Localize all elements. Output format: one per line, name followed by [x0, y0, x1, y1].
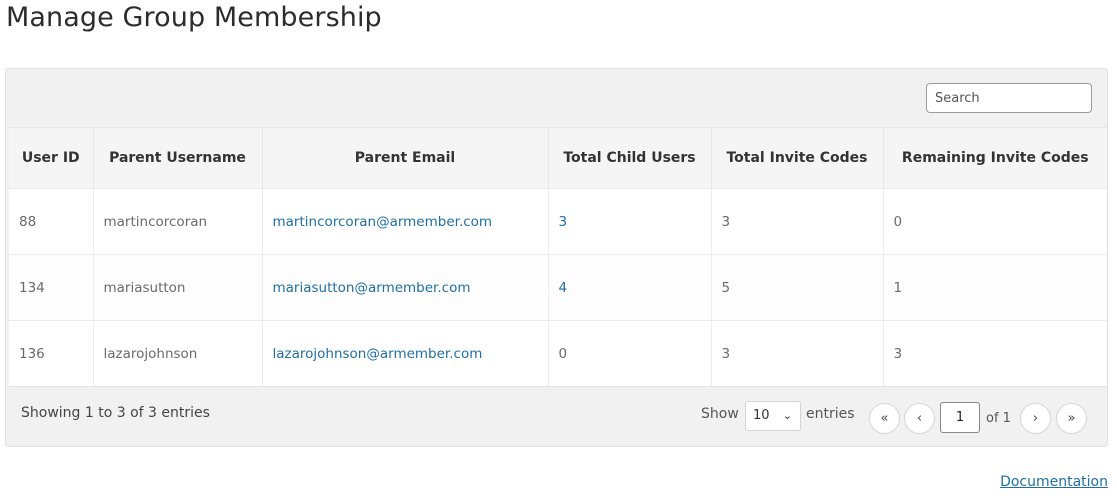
table-row: 136 lazarojohnson lazarojohnson@armember… — [9, 320, 1107, 387]
column-header-remaining-invite-codes[interactable]: Remaining Invite Codes — [883, 127, 1107, 189]
cell-remaining-invite-codes: 0 — [883, 188, 1107, 255]
email-link[interactable]: mariasutton@armember.com — [273, 280, 471, 296]
next-page-button[interactable]: › — [1020, 403, 1051, 434]
cell-total-child-users: 0 — [548, 320, 712, 387]
cell-parent-email: mariasutton@armember.com — [262, 254, 549, 321]
column-header-user-id[interactable]: User ID — [9, 127, 94, 189]
cell-user-id: 136 — [9, 320, 94, 387]
page-count: of 1 — [986, 411, 1011, 426]
child-users-link[interactable]: 4 — [559, 280, 568, 296]
search-input[interactable] — [926, 83, 1092, 113]
cell-total-child-users: 4 — [548, 254, 712, 321]
cell-total-child-users: 3 — [548, 188, 712, 255]
cell-total-invite-codes: 3 — [711, 320, 884, 387]
double-chevron-right-icon: » — [1067, 411, 1076, 426]
cell-user-id: 134 — [9, 254, 94, 321]
cell-remaining-invite-codes: 3 — [883, 320, 1107, 387]
cell-parent-username: lazarojohnson — [93, 320, 263, 387]
show-label: Show — [701, 406, 739, 422]
chevron-left-icon: ‹ — [916, 411, 923, 426]
cell-parent-username: mariasutton — [93, 254, 263, 321]
cell-parent-email: martincorcoran@armember.com — [262, 188, 549, 255]
column-header-total-invite-codes[interactable]: Total Invite Codes — [711, 127, 884, 189]
child-users-link[interactable]: 3 — [559, 214, 568, 230]
showing-entries-info: Showing 1 to 3 of 3 entries — [21, 405, 210, 421]
chevron-right-icon: › — [1032, 411, 1039, 426]
cell-user-id: 88 — [9, 188, 94, 255]
table-row: 88 martincorcoran martincorcoran@armembe… — [9, 188, 1107, 255]
page-title: Manage Group Membership — [6, 2, 382, 33]
double-chevron-left-icon: « — [880, 411, 889, 426]
documentation-link[interactable]: Documentation — [1000, 474, 1108, 490]
cell-total-invite-codes: 5 — [711, 254, 884, 321]
first-page-button[interactable]: « — [869, 403, 900, 434]
membership-table: User ID Parent Username Parent Email Tot… — [9, 127, 1107, 387]
table-row: 134 mariasutton mariasutton@armember.com… — [9, 254, 1107, 321]
cell-parent-email: lazarojohnson@armember.com — [262, 320, 549, 387]
column-header-parent-email[interactable]: Parent Email — [262, 127, 549, 189]
current-page-input[interactable]: 1 — [940, 402, 980, 433]
membership-panel: User ID Parent Username Parent Email Tot… — [5, 68, 1108, 447]
page-size-select[interactable]: 10 ⌄ — [745, 401, 801, 431]
chevron-down-icon: ⌄ — [782, 409, 792, 422]
entries-label: entries — [806, 406, 855, 422]
column-header-total-child-users[interactable]: Total Child Users — [548, 127, 712, 189]
email-link[interactable]: martincorcoran@armember.com — [273, 214, 493, 230]
cell-parent-username: martincorcoran — [93, 188, 263, 255]
cell-total-invite-codes: 3 — [711, 188, 884, 255]
column-header-parent-username[interactable]: Parent Username — [93, 127, 263, 189]
last-page-button[interactable]: » — [1056, 403, 1087, 434]
email-link[interactable]: lazarojohnson@armember.com — [273, 346, 483, 362]
table-header-row: User ID Parent Username Parent Email Tot… — [9, 127, 1107, 189]
previous-page-button[interactable]: ‹ — [904, 403, 935, 434]
cell-remaining-invite-codes: 1 — [883, 254, 1107, 321]
page-size-value: 10 — [753, 408, 770, 423]
